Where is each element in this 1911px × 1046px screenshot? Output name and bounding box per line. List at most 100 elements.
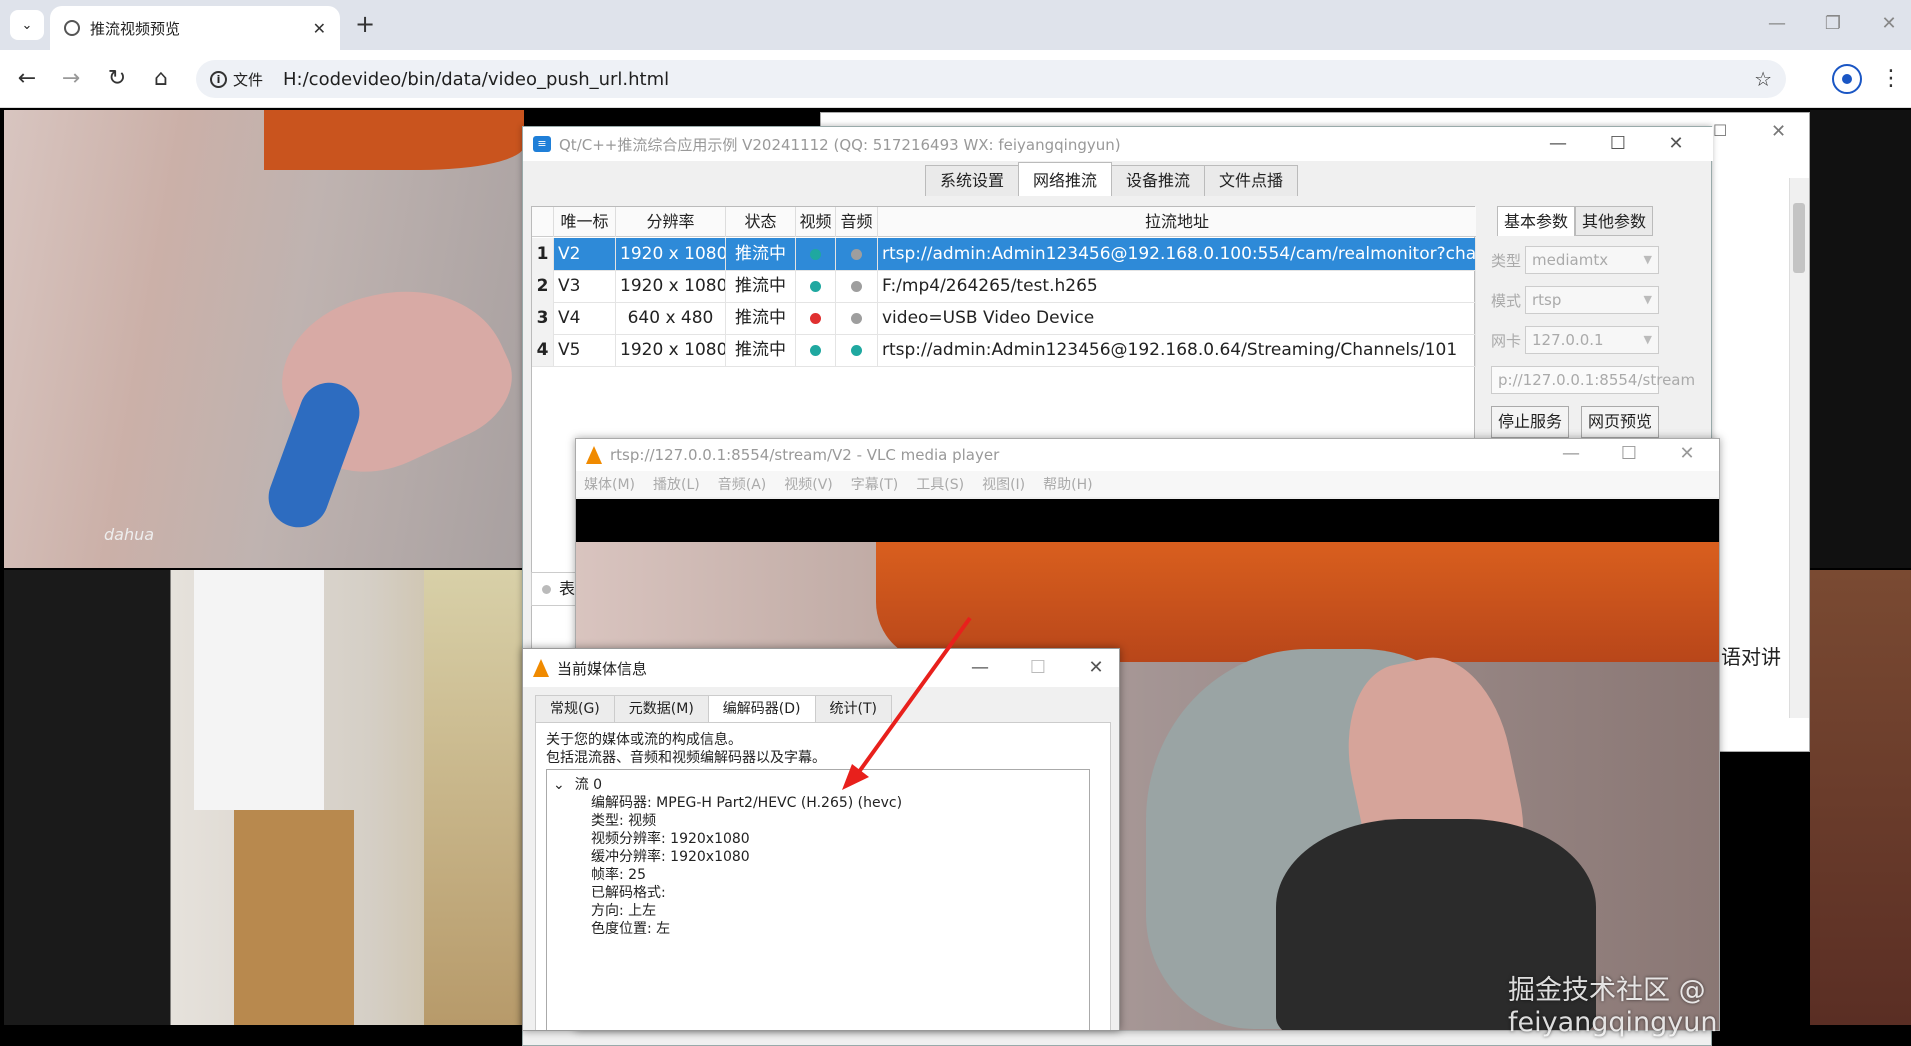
row-number[interactable]: 1 bbox=[532, 238, 554, 270]
restore-button[interactable]: ❐ bbox=[1818, 12, 1848, 36]
column-header[interactable]: 视频 bbox=[796, 207, 836, 237]
column-header[interactable]: 状态 bbox=[726, 207, 796, 237]
stop-service-button[interactable]: 停止服务 bbox=[1491, 406, 1569, 438]
home-icon[interactable]: ⌂ bbox=[146, 64, 176, 94]
stream-url-field[interactable]: p://127.0.0.1:8554/stream bbox=[1491, 366, 1695, 394]
forward-arrow-icon[interactable]: → bbox=[56, 64, 86, 94]
video-tile-2[interactable] bbox=[4, 570, 524, 1025]
cell-audio[interactable] bbox=[836, 302, 878, 334]
minimize-icon[interactable]: — bbox=[965, 657, 995, 678]
mode-select[interactable]: rtsp ▼ bbox=[1525, 286, 1659, 314]
maximize-icon[interactable]: ☐ bbox=[1603, 133, 1633, 154]
cell-video[interactable] bbox=[796, 334, 836, 366]
cell-video[interactable] bbox=[796, 238, 836, 270]
column-header[interactable]: 音频 bbox=[836, 207, 878, 237]
close-icon[interactable]: ✕ bbox=[1081, 657, 1111, 678]
menu-playback[interactable]: 播放(L) bbox=[653, 474, 700, 494]
table-row[interactable]: 1 V2 1920 x 1080 推流中 rtsp://admin:Admin12345… bbox=[532, 238, 1476, 271]
close-icon[interactable]: ✕ bbox=[1672, 443, 1702, 464]
stream-tree[interactable]: ⌄ 流 0 编解码器: MPEG-H Part2/HEVC (H.265) (he… bbox=[546, 769, 1090, 1030]
tab-general[interactable]: 常规(G) bbox=[535, 695, 615, 722]
video-tile-1[interactable]: dahua bbox=[4, 110, 524, 568]
cell-status[interactable]: 推流中 bbox=[726, 334, 796, 366]
cell-video[interactable] bbox=[796, 270, 836, 302]
column-header[interactable]: 拉流地址 bbox=[878, 207, 1476, 237]
cell-id[interactable]: V2 bbox=[554, 238, 616, 270]
cell-url[interactable]: rtsp://admin:Admin123456@192.168.0.100:5… bbox=[878, 238, 1476, 270]
cell-video[interactable] bbox=[796, 302, 836, 334]
minimize-button[interactable]: — bbox=[1762, 12, 1792, 36]
cell-url[interactable]: video=USB Video Device bbox=[878, 302, 1476, 334]
cell-resolution[interactable]: 1920 x 1080 bbox=[616, 238, 726, 270]
cell-url[interactable]: F:/mp4/264265/test.h265 bbox=[878, 270, 1476, 302]
url-text[interactable]: H:/codevideo/bin/data/video_push_url.htm… bbox=[283, 69, 1742, 90]
table-row[interactable]: 4 V5 1920 x 1080 推流中 rtsp://admin:Admin12345… bbox=[532, 334, 1476, 367]
tab-system-settings[interactable]: 系统设置 bbox=[925, 165, 1020, 196]
cell-id[interactable]: V5 bbox=[554, 334, 616, 366]
radio-icon[interactable] bbox=[542, 585, 551, 594]
chevron-down-icon[interactable]: ⌄ bbox=[553, 777, 565, 793]
row-number[interactable]: 2 bbox=[532, 270, 554, 302]
cell-status[interactable]: 推流中 bbox=[726, 238, 796, 270]
browser-tab[interactable]: 推流视频预览 ✕ bbox=[50, 6, 340, 50]
bookmark-star-icon[interactable]: ☆ bbox=[1754, 67, 1772, 91]
cell-audio[interactable] bbox=[836, 270, 878, 302]
cell-resolution[interactable]: 1920 x 1080 bbox=[616, 334, 726, 366]
video-tile-4[interactable] bbox=[1810, 570, 1911, 1025]
menu-tools[interactable]: 工具(S) bbox=[916, 474, 964, 494]
profile-icon[interactable] bbox=[1832, 64, 1862, 94]
cell-audio[interactable] bbox=[836, 238, 878, 270]
maximize-icon[interactable]: ☐ bbox=[1023, 657, 1053, 678]
cell-id[interactable]: V4 bbox=[554, 302, 616, 334]
cell-id[interactable]: V3 bbox=[554, 270, 616, 302]
menu-help[interactable]: 帮助(H) bbox=[1043, 474, 1092, 494]
menu-view[interactable]: 视图(I) bbox=[982, 474, 1025, 494]
cell-resolution[interactable]: 640 x 480 bbox=[616, 302, 726, 334]
row-number[interactable]: 4 bbox=[532, 334, 554, 366]
kebab-menu-icon[interactable]: ⋮ bbox=[1880, 64, 1902, 94]
cell-status[interactable]: 推流中 bbox=[726, 302, 796, 334]
cell-resolution[interactable]: 1920 x 1080 bbox=[616, 270, 726, 302]
address-bar[interactable]: i 文件 H:/codevideo/bin/data/video_push_ur… bbox=[196, 60, 1786, 98]
tab-search-button[interactable]: ⌄ bbox=[10, 10, 44, 40]
tab-file-vod[interactable]: 文件点播 bbox=[1204, 165, 1299, 196]
tab-statistics[interactable]: 统计(T) bbox=[814, 695, 892, 722]
column-header[interactable]: 分辨率 bbox=[616, 207, 726, 237]
cell-audio[interactable] bbox=[836, 334, 878, 366]
cell-url[interactable]: rtsp://admin:Admin123456@192.168.0.64/St… bbox=[878, 334, 1476, 366]
tab-network-push[interactable]: 网络推流 bbox=[1018, 162, 1113, 196]
maximize-icon[interactable]: ☐ bbox=[1614, 443, 1644, 464]
tab-close-icon[interactable]: ✕ bbox=[313, 19, 326, 38]
tab-codec[interactable]: 编解码器(D) bbox=[707, 695, 816, 722]
menu-subtitle[interactable]: 字幕(T) bbox=[851, 474, 898, 494]
close-icon[interactable]: ✕ bbox=[1771, 121, 1786, 142]
table-row[interactable]: 3 V4 640 x 480 推流中 video=USB Video Device bbox=[532, 302, 1476, 335]
close-icon[interactable]: ✕ bbox=[1661, 133, 1691, 154]
close-button[interactable]: ✕ bbox=[1874, 12, 1904, 36]
web-preview-button[interactable]: 网页预览 bbox=[1581, 406, 1659, 438]
cell-status[interactable]: 推流中 bbox=[726, 270, 796, 302]
tree-node-stream[interactable]: ⌄ 流 0 bbox=[553, 774, 602, 794]
menu-audio[interactable]: 音频(A) bbox=[718, 474, 767, 494]
reload-icon[interactable]: ↻ bbox=[102, 64, 132, 94]
row-number[interactable]: 3 bbox=[532, 302, 554, 334]
minimize-icon[interactable]: — bbox=[1556, 443, 1586, 464]
maximize-icon[interactable]: ☐ bbox=[1713, 121, 1727, 140]
site-info-button[interactable]: i 文件 bbox=[210, 69, 271, 90]
tab-device-push[interactable]: 设备推流 bbox=[1111, 165, 1206, 196]
new-tab-button[interactable]: + bbox=[350, 10, 380, 40]
video-tile-3[interactable] bbox=[1810, 110, 1911, 568]
table-row[interactable]: 2 V3 1920 x 1080 推流中 F:/mp4/264265/test.h265 bbox=[532, 270, 1476, 303]
tab-basic-params[interactable]: 基本参数 bbox=[1497, 206, 1575, 236]
tab-other-params[interactable]: 其他参数 bbox=[1575, 206, 1653, 236]
menu-media[interactable]: 媒体(M) bbox=[584, 474, 635, 494]
back-arrow-icon[interactable]: ← bbox=[12, 64, 42, 94]
minimize-icon[interactable]: — bbox=[1543, 133, 1573, 154]
column-header[interactable]: 唯一标识 bbox=[554, 207, 616, 261]
menu-video[interactable]: 视频(V) bbox=[784, 474, 833, 494]
tab-metadata[interactable]: 元数据(M) bbox=[613, 695, 709, 722]
type-select[interactable]: mediamtx ▼ bbox=[1525, 246, 1659, 274]
nic-select[interactable]: 127.0.0.1 ▼ bbox=[1525, 326, 1659, 354]
vlc-cone-icon bbox=[533, 659, 549, 677]
scrollbar-thumb[interactable] bbox=[1793, 203, 1805, 273]
